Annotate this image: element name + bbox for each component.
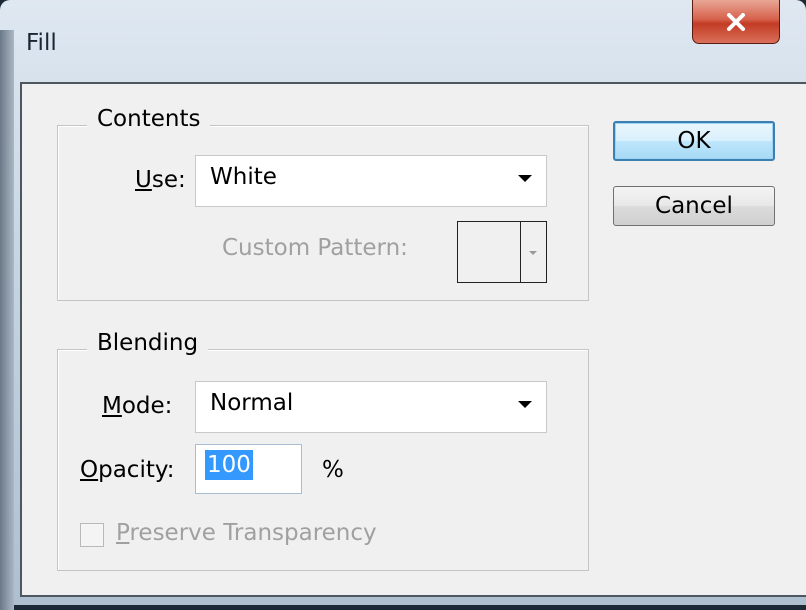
close-button[interactable]	[692, 0, 780, 44]
use-select[interactable]: White	[195, 155, 547, 207]
dialog-title: Fill	[26, 30, 57, 56]
blending-legend: Blending	[87, 330, 209, 356]
custom-pattern-picker	[457, 221, 547, 283]
custom-pattern-label: Custom Pattern:	[222, 235, 408, 261]
mode-label: Mode:	[102, 393, 173, 419]
opacity-input-value: 100	[205, 450, 253, 480]
opacity-unit: %	[322, 457, 344, 483]
use-label: Use:	[135, 167, 186, 193]
contents-legend: Contents	[87, 106, 211, 132]
pattern-dropdown-arrow-icon	[529, 251, 537, 255]
use-select-value: White	[210, 164, 277, 190]
mode-select-value: Normal	[210, 390, 294, 416]
ok-button[interactable]: OK	[613, 121, 775, 161]
preserve-transparency-label: Preserve Transparency	[116, 520, 377, 546]
close-x-icon	[727, 12, 745, 31]
dialog-client-area: Contents Use: White Custom Pattern: Blen…	[20, 82, 806, 597]
window-left-frame	[0, 30, 14, 610]
chevron-down-icon	[518, 175, 532, 182]
chevron-down-icon	[518, 401, 532, 408]
opacity-input[interactable]: 100	[195, 444, 302, 494]
opacity-label: Opacity:	[80, 457, 175, 483]
cancel-button[interactable]: Cancel	[613, 186, 775, 226]
mode-select[interactable]: Normal	[195, 381, 547, 433]
preserve-transparency-checkbox[interactable]	[80, 523, 104, 547]
fill-dialog-window: Fill Contents Use: White Custom Pattern:…	[0, 0, 806, 610]
pattern-divider	[520, 222, 521, 282]
